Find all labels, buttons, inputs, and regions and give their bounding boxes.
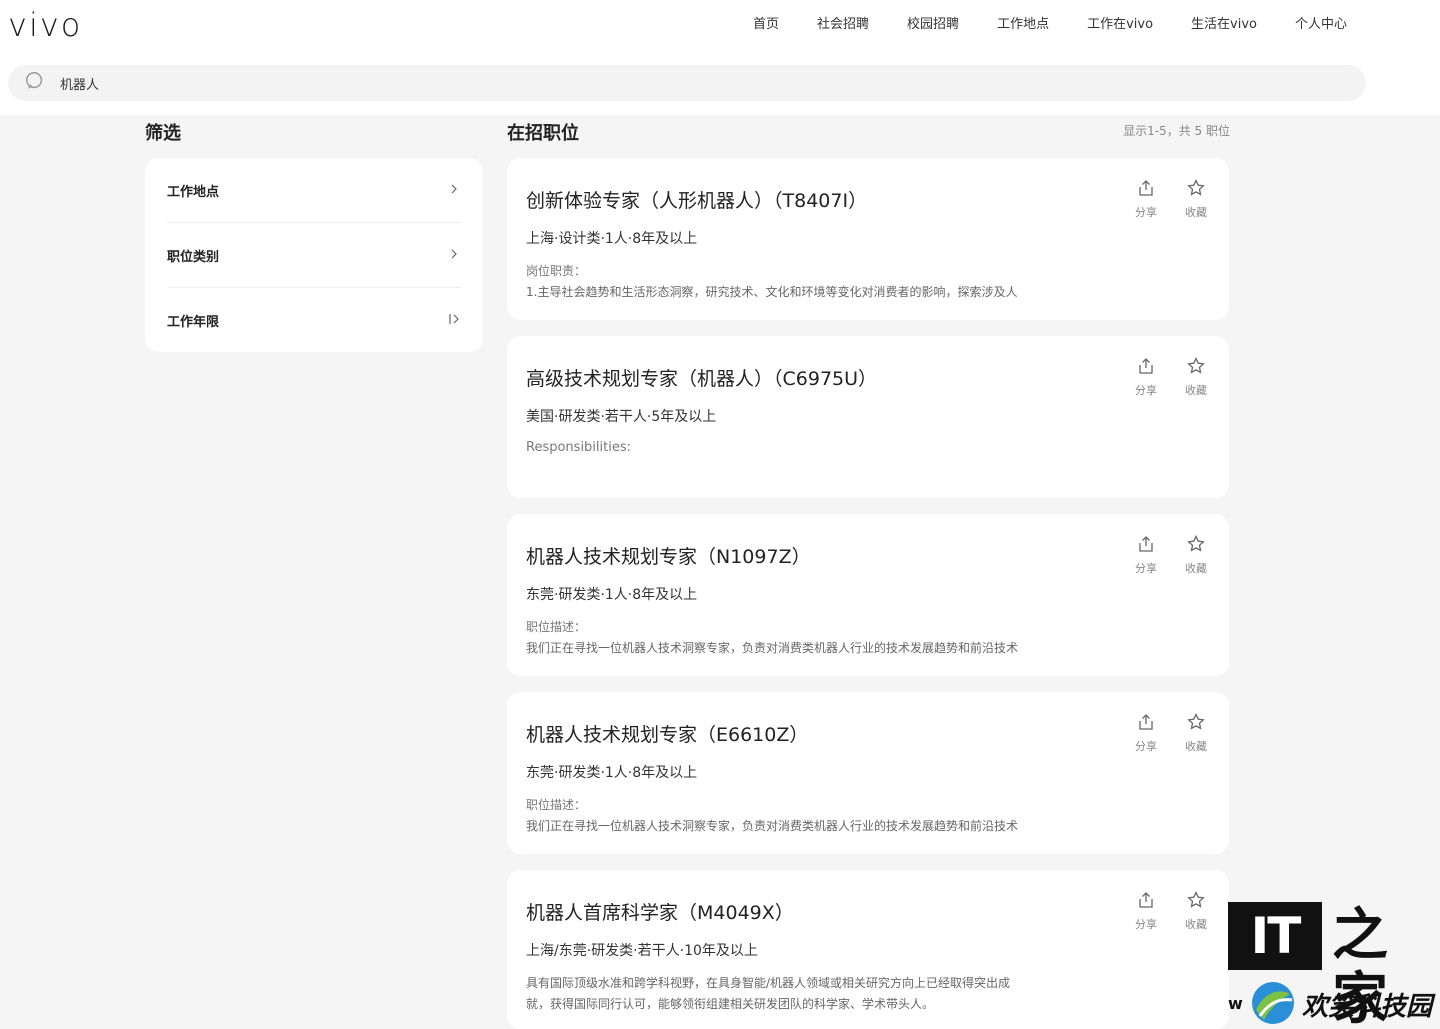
favorite-button[interactable]: 收藏 bbox=[1179, 890, 1213, 932]
bar-chevron-right-icon bbox=[447, 311, 461, 330]
jobs-count: 显示1-5，共 5 职位 bbox=[1123, 124, 1230, 138]
watermark-bottom-text: 欢笑科技园 bbox=[1302, 992, 1433, 1022]
favorite-label: 收藏 bbox=[1185, 384, 1207, 397]
job-desc: 就，获得国际同行认可，能够领衔组建相关研发团队的科学家、学术带头人。 bbox=[526, 997, 935, 1011]
favorite-label: 收藏 bbox=[1185, 918, 1207, 931]
search-icon[interactable] bbox=[24, 70, 46, 96]
star-icon bbox=[1186, 890, 1206, 914]
star-icon bbox=[1186, 356, 1206, 380]
job-desc-label: 职位描述： bbox=[526, 798, 587, 812]
favorite-button[interactable]: 收藏 bbox=[1179, 356, 1213, 398]
share-label: 分享 bbox=[1135, 918, 1157, 931]
job-meta: 东莞·研发类·1人·8年及以上 bbox=[526, 587, 698, 603]
job-meta: 上海·设计类·1人·8年及以上 bbox=[526, 231, 698, 247]
job-desc: 我们正在寻找一位机器人技术洞察专家，负责对消费类机器人行业的技术发展趋势和前沿技… bbox=[526, 641, 1019, 655]
watermark-initial: w bbox=[1228, 994, 1243, 1013]
share-label: 分享 bbox=[1135, 384, 1157, 397]
filter-panel: 工作地点 职位类别 工作年限 bbox=[145, 158, 483, 352]
ithome-watermark: IT 之家 w 欢笑科技园 bbox=[1228, 902, 1440, 1029]
chevron-right-icon bbox=[447, 246, 461, 265]
share-icon bbox=[1136, 712, 1156, 736]
job-card[interactable]: 机器人技术规划专家（E6610Z） 东莞·研发类·1人·8年及以上 职位描述： … bbox=[507, 692, 1229, 854]
share-label: 分享 bbox=[1135, 562, 1157, 575]
job-actions: 分享 收藏 bbox=[1129, 890, 1213, 932]
star-icon bbox=[1186, 534, 1206, 558]
filter-label: 工作地点 bbox=[167, 184, 220, 200]
watermark-bottom: w 欢笑科技园 bbox=[1228, 980, 1440, 1026]
favorite-label: 收藏 bbox=[1185, 206, 1207, 219]
favorite-label: 收藏 bbox=[1185, 740, 1207, 753]
star-icon bbox=[1186, 712, 1206, 736]
job-title[interactable]: 机器人技术规划专家（E6610Z） bbox=[526, 720, 808, 747]
job-desc: 1.主导社会趋势和生活形态洞察，研究技术、文化和环境等变化对消费者的影响，探索涉… bbox=[526, 285, 1018, 299]
nav-item-life-at-vivo[interactable]: 生活在vivo bbox=[1172, 16, 1276, 34]
star-icon bbox=[1186, 178, 1206, 202]
nav-item-social-recruitment[interactable]: 社会招聘 bbox=[798, 16, 888, 34]
filter-work-years[interactable]: 工作年限 bbox=[167, 288, 461, 353]
job-desc-label: 岗位职责： bbox=[526, 264, 587, 278]
filter-job-category[interactable]: 职位类别 bbox=[167, 223, 461, 288]
nav-item-campus-recruitment[interactable]: 校园招聘 bbox=[888, 16, 978, 34]
share-icon bbox=[1136, 178, 1156, 202]
share-button[interactable]: 分享 bbox=[1129, 712, 1163, 754]
share-label: 分享 bbox=[1135, 206, 1157, 219]
watermark-it-logo: IT bbox=[1228, 902, 1322, 970]
chevron-right-icon bbox=[447, 181, 461, 200]
job-meta: 上海/东莞·研发类·若干人·10年及以上 bbox=[526, 943, 758, 959]
job-desc-label: Responsibilities: bbox=[526, 440, 631, 455]
filter-label: 职位类别 bbox=[167, 249, 220, 265]
favorite-button[interactable]: 收藏 bbox=[1179, 178, 1213, 220]
favorite-button[interactable]: 收藏 bbox=[1179, 712, 1213, 754]
job-title[interactable]: 创新体验专家（人形机器人）（T8407I） bbox=[526, 186, 867, 213]
job-actions: 分享 收藏 bbox=[1129, 534, 1213, 576]
share-button[interactable]: 分享 bbox=[1129, 356, 1163, 398]
share-icon bbox=[1136, 534, 1156, 558]
main-nav: 首页 社会招聘 校园招聘 工作地点 工作在vivo 生活在vivo 个人中心 bbox=[734, 16, 1366, 34]
job-meta: 美国·研发类·若干人·5年及以上 bbox=[526, 409, 717, 425]
nav-item-work-locations[interactable]: 工作地点 bbox=[978, 16, 1068, 34]
job-desc-label: 职位描述： bbox=[526, 620, 587, 634]
share-icon bbox=[1136, 890, 1156, 914]
favorite-label: 收藏 bbox=[1185, 562, 1207, 575]
jobs-heading: 在招职位 bbox=[507, 123, 579, 144]
job-title[interactable]: 高级技术规划专家（机器人）（C6975U） bbox=[526, 364, 877, 391]
job-actions: 分享 收藏 bbox=[1129, 712, 1213, 754]
job-actions: 分享 收藏 bbox=[1129, 178, 1213, 220]
nav-item-work-at-vivo[interactable]: 工作在vivo bbox=[1068, 16, 1172, 34]
nav-item-personal-center[interactable]: 个人中心 bbox=[1276, 16, 1366, 34]
job-card[interactable]: 机器人首席科学家（M4049X） 上海/东莞·研发类·若干人·10年及以上 具有… bbox=[507, 870, 1229, 1029]
filter-label: 工作年限 bbox=[167, 315, 220, 330]
job-meta: 东莞·研发类·1人·8年及以上 bbox=[526, 765, 698, 781]
globe-logo-icon bbox=[1250, 980, 1296, 1026]
job-actions: 分享 收藏 bbox=[1129, 356, 1213, 398]
favorite-button[interactable]: 收藏 bbox=[1179, 534, 1213, 576]
job-title[interactable]: 机器人首席科学家（M4049X） bbox=[526, 898, 794, 925]
share-button[interactable]: 分享 bbox=[1129, 534, 1163, 576]
job-card[interactable]: 创新体验专家（人形机器人）（T8407I） 上海·设计类·1人·8年及以上 岗位… bbox=[507, 158, 1229, 320]
job-desc-label: 具有国际顶级水准和跨学科视野，在具身智能/机器人领域或相关研究方向上已经取得突出… bbox=[526, 976, 1011, 990]
search-bar[interactable]: 机器人 bbox=[8, 65, 1366, 101]
filter-heading: 筛选 bbox=[145, 123, 181, 144]
share-button[interactable]: 分享 bbox=[1129, 890, 1163, 932]
job-title[interactable]: 机器人技术规划专家（N1097Z） bbox=[526, 542, 811, 569]
top-header: vivo 首页 社会招聘 校园招聘 工作地点 工作在vivo 生活在vivo 个… bbox=[0, 0, 1440, 115]
filter-work-location[interactable]: 工作地点 bbox=[167, 158, 461, 223]
share-button[interactable]: 分享 bbox=[1129, 178, 1163, 220]
vivo-logo[interactable]: vivo bbox=[8, 6, 82, 44]
share-icon bbox=[1136, 356, 1156, 380]
search-input[interactable]: 机器人 bbox=[60, 74, 99, 93]
share-label: 分享 bbox=[1135, 740, 1157, 753]
nav-item-home[interactable]: 首页 bbox=[734, 16, 798, 34]
job-card[interactable]: 高级技术规划专家（机器人）（C6975U） 美国·研发类·若干人·5年及以上 R… bbox=[507, 336, 1229, 498]
job-desc: 我们正在寻找一位机器人技术洞察专家，负责对消费类机器人行业的技术发展趋势和前沿技… bbox=[526, 819, 1019, 833]
job-card[interactable]: 机器人技术规划专家（N1097Z） 东莞·研发类·1人·8年及以上 职位描述： … bbox=[507, 514, 1229, 676]
